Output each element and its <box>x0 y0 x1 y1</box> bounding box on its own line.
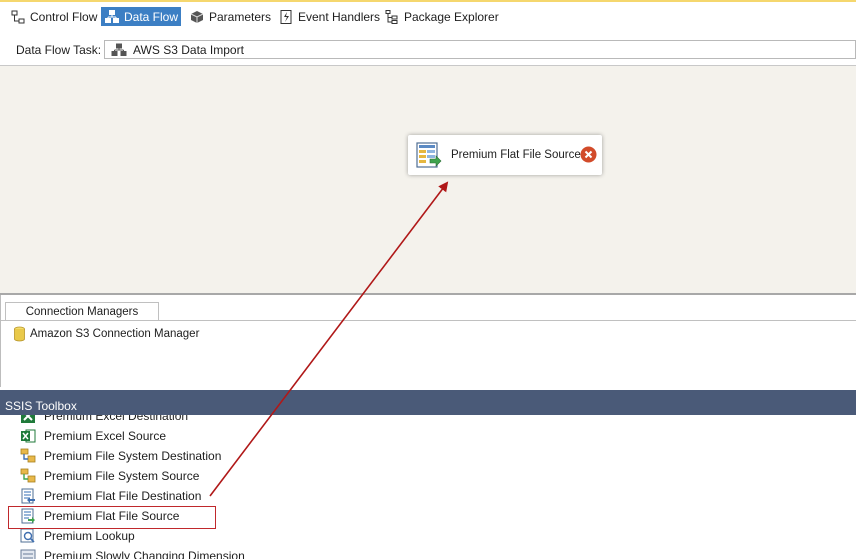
slowly-changing-dimension-icon <box>20 548 36 559</box>
designer-tab-bar: Control Flow Data Flow Parameters Event … <box>0 0 856 33</box>
toolbox-item-premium-flat-file-destination[interactable]: Premium Flat File Destination <box>20 486 201 506</box>
connection-manager-label: Amazon S3 Connection Manager <box>30 328 200 340</box>
connection-managers-tab[interactable]: Connection Managers <box>5 302 159 321</box>
package-explorer-icon <box>384 9 400 25</box>
event-handlers-icon <box>278 9 294 25</box>
tab-event-handlers[interactable]: Event Handlers <box>275 7 383 26</box>
toolbox-item-label: Premium Flat File Destination <box>44 489 202 503</box>
data-flow-task-row: Data Flow Task: AWS S3 Data Import <box>0 33 856 65</box>
database-icon <box>13 326 26 342</box>
tab-package-explorer[interactable]: Package Explorer <box>381 7 502 26</box>
ssis-toolbox-title: SSIS Toolbox <box>5 399 77 413</box>
control-flow-icon <box>10 9 26 25</box>
file-system-source-icon <box>20 468 36 484</box>
file-system-destination-icon <box>20 448 36 464</box>
data-flow-task-select[interactable]: AWS S3 Data Import <box>104 40 856 59</box>
highlight-box <box>8 506 216 529</box>
flat-file-destination-icon <box>20 488 36 504</box>
connection-managers-divider <box>1 320 856 321</box>
tab-data-flow[interactable]: Data Flow <box>101 7 182 26</box>
data-flow-task-value: AWS S3 Data Import <box>133 42 244 57</box>
data-flow-icon <box>104 9 120 25</box>
premium-flat-file-source-component[interactable]: Premium Flat File Source <box>408 135 602 175</box>
lookup-icon <box>20 528 36 544</box>
toolbox-item-label: Premium File System Source <box>44 469 200 483</box>
toolbox-item-premium-file-system-destination[interactable]: Premium File System Destination <box>20 446 221 466</box>
tab-label: Package Explorer <box>404 9 499 24</box>
tab-label: Event Handlers <box>298 9 381 24</box>
error-icon <box>580 146 597 163</box>
tab-bar-edge <box>0 0 856 2</box>
toolbox-item-premium-lookup[interactable]: Premium Lookup <box>20 526 135 546</box>
toolbox-item-label: Premium Excel Source <box>44 429 167 443</box>
tab-label: Parameters <box>209 9 272 24</box>
toolbox-item-label: Premium File System Destination <box>44 449 222 463</box>
data-flow-task-label: Data Flow Task: <box>16 43 102 57</box>
toolbox-item-premium-file-system-source[interactable]: Premium File System Source <box>20 466 199 486</box>
ssis-toolbox-header: SSIS Toolbox <box>0 390 856 415</box>
data-flow-task-icon <box>111 43 127 57</box>
ssis-toolbox-list: Premium Excel Destination Premium Excel … <box>0 415 856 559</box>
connection-manager-item[interactable]: Amazon S3 Connection Manager <box>13 326 199 342</box>
data-flow-canvas[interactable]: Premium Flat File Source <box>0 65 856 295</box>
toolbox-item-premium-excel-source[interactable]: Premium Excel Source <box>20 426 166 446</box>
component-label: Premium Flat File Source <box>451 149 581 161</box>
tab-label: Control Flow <box>30 9 98 24</box>
excel-destination-icon <box>20 415 36 424</box>
toolbox-item-label: Premium Slowly Changing Dimension <box>44 549 245 559</box>
tab-control-flow[interactable]: Control Flow <box>7 7 100 26</box>
flat-file-source-icon <box>415 141 443 169</box>
toolbox-item-label: Premium Excel Destination <box>44 415 189 423</box>
parameters-icon <box>189 9 205 25</box>
tab-parameters[interactable]: Parameters <box>186 7 274 26</box>
tab-label: Data Flow <box>124 9 179 24</box>
excel-source-icon <box>20 428 36 444</box>
toolbox-item-premium-slowly-changing-dimension[interactable]: Premium Slowly Changing Dimension <box>20 546 245 559</box>
connection-managers-panel: Connection Managers Amazon S3 Connection… <box>0 295 856 387</box>
toolbox-item-label: Premium Lookup <box>44 529 135 543</box>
toolbox-item-premium-excel-destination[interactable]: Premium Excel Destination <box>20 415 188 426</box>
